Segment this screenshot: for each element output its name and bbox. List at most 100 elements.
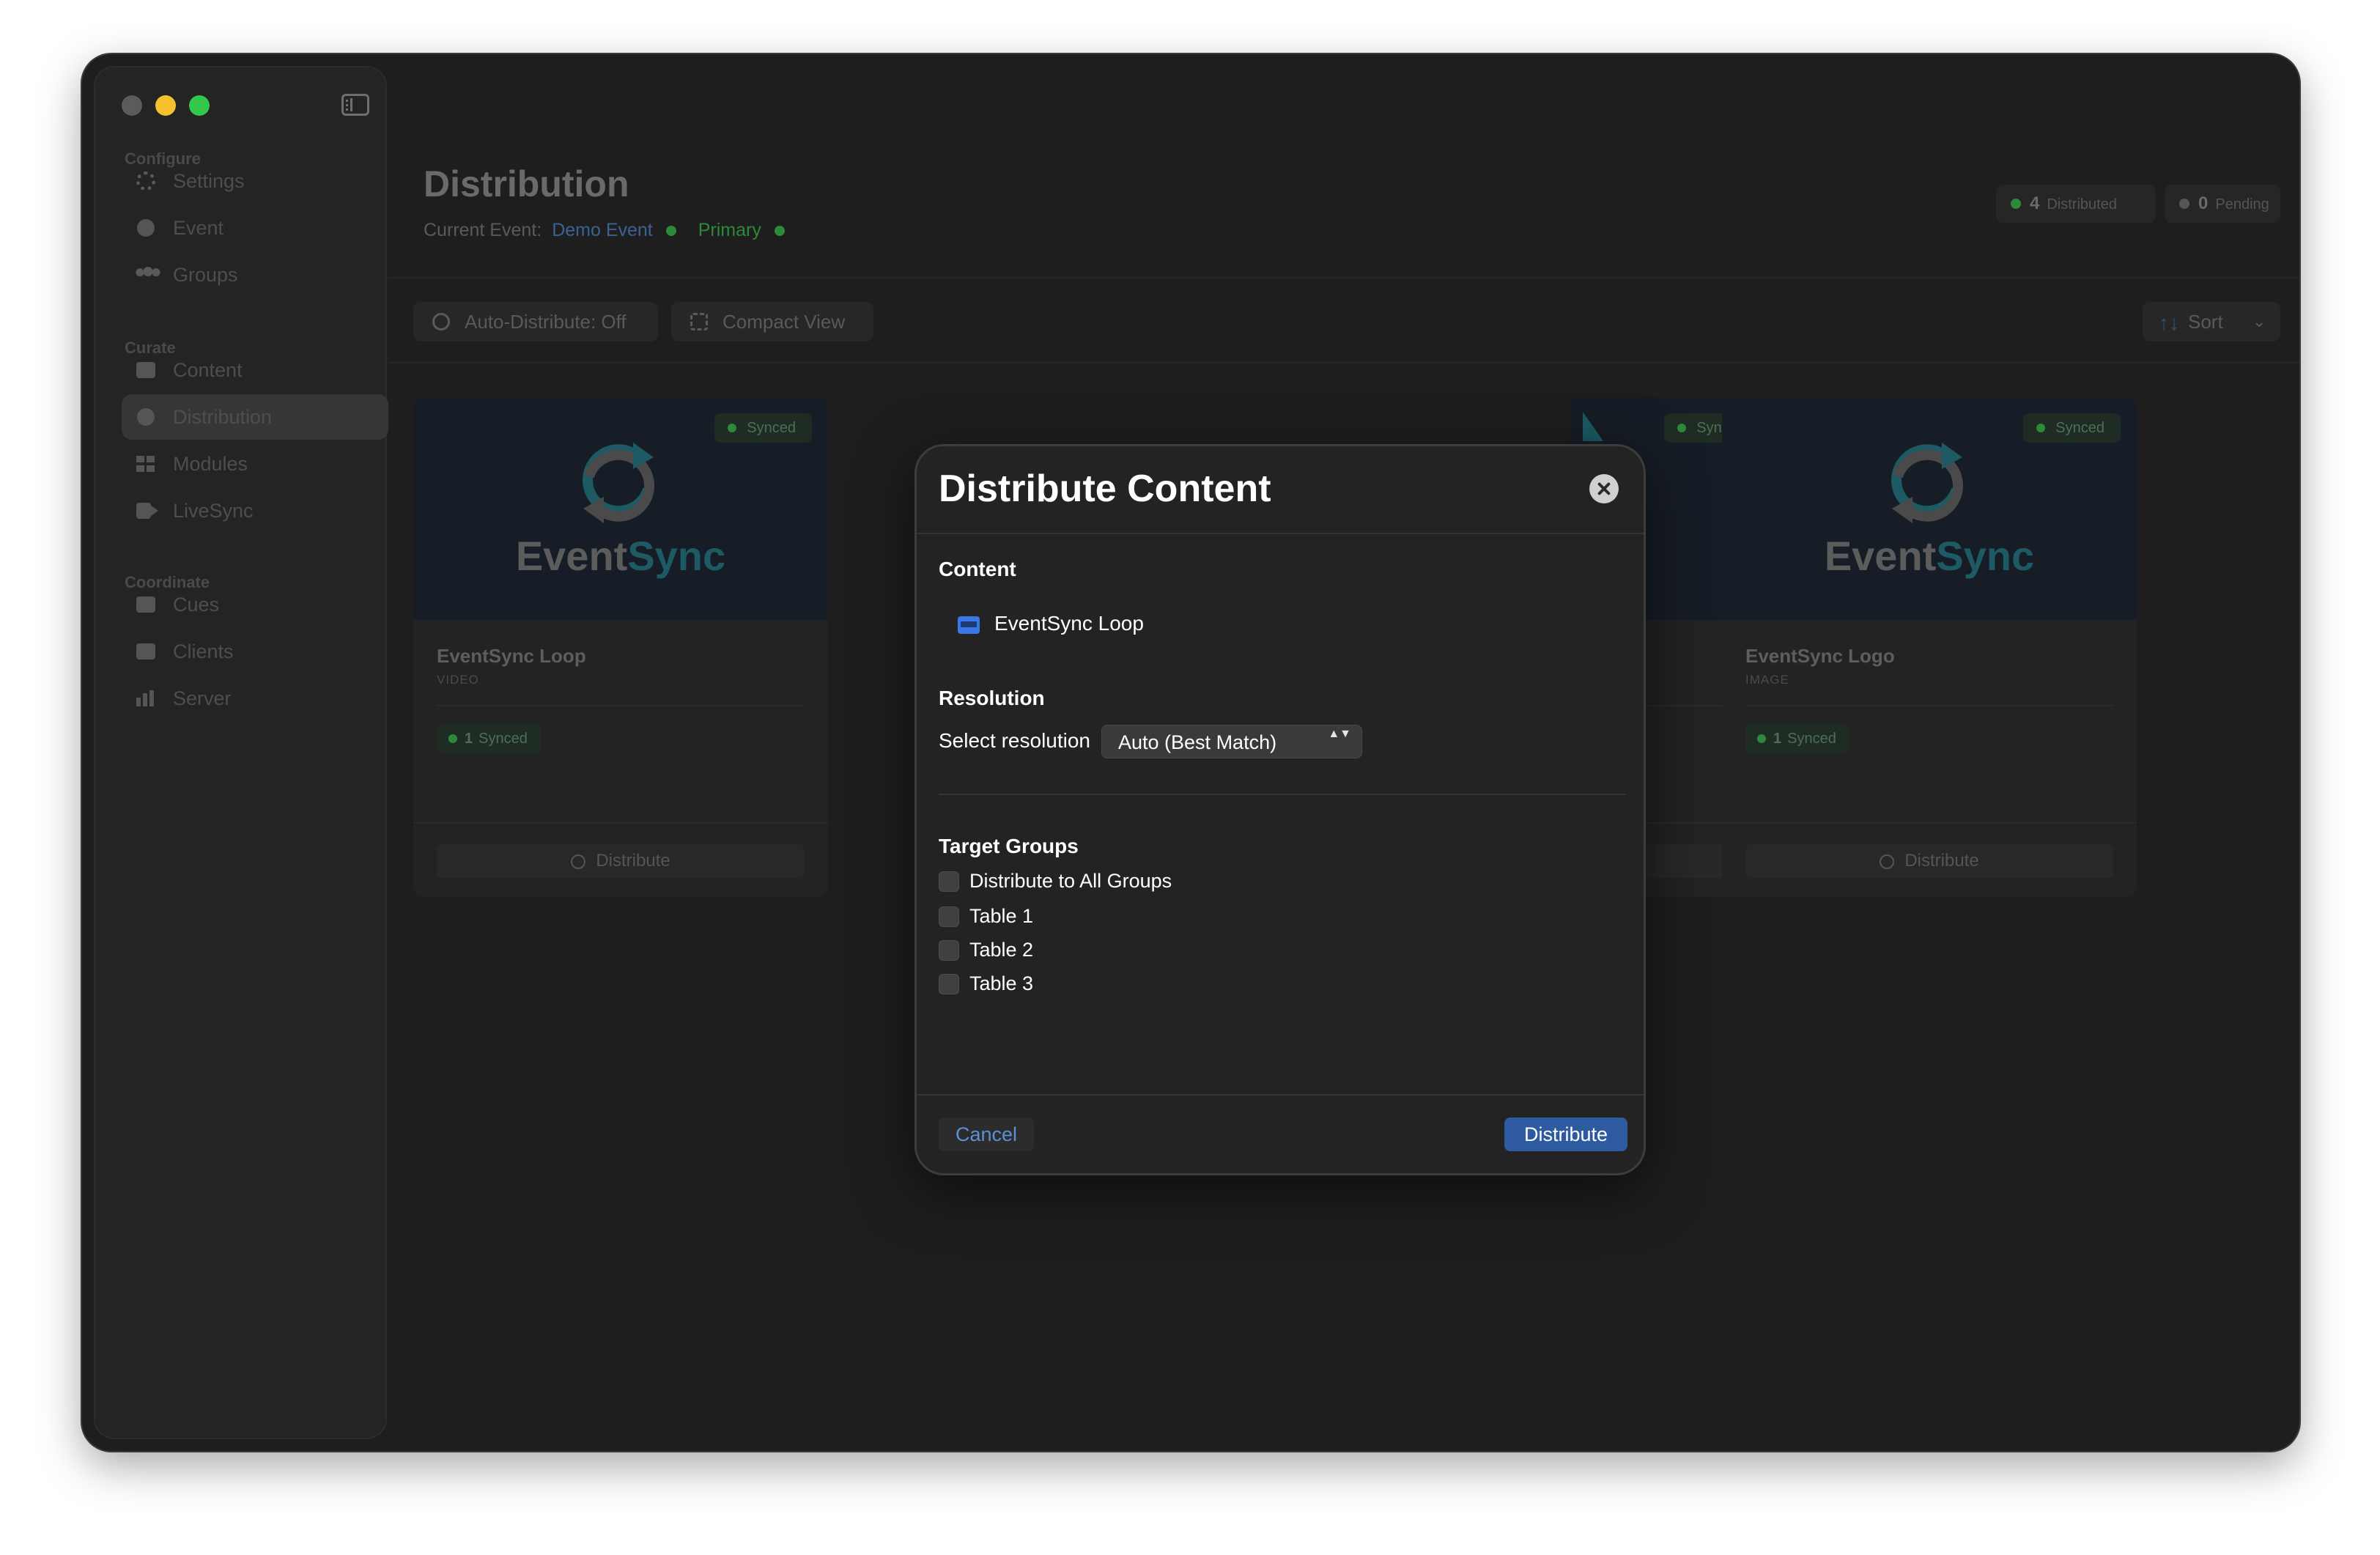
synced-badge: Synced	[714, 413, 812, 443]
sidebar-item-server[interactable]: Server	[122, 676, 388, 721]
distribute-all-groups-checkbox[interactable]	[939, 871, 959, 892]
logo-word-event: Event	[515, 533, 628, 579]
event-status-dot	[665, 226, 676, 237]
distribute-label: Distribute	[596, 851, 670, 871]
compact-view-label: Compact View	[722, 311, 846, 333]
sidebar-item-label: Modules	[173, 453, 248, 475]
pending-count: 0	[2198, 193, 2209, 213]
sidebar-item-content[interactable]: Content	[122, 347, 388, 393]
content-card[interactable]: Synced EventSync EventSync Logo IMAGE 1S…	[1722, 397, 2137, 897]
toggle-off-icon	[432, 313, 450, 330]
synced-count-badge: 1 Synced	[437, 724, 541, 753]
pending-label: Pending	[2215, 196, 2269, 213]
sidebar-item-settings[interactable]: Settings	[122, 158, 388, 204]
sidebar-item-distribution[interactable]: Distribution	[122, 394, 388, 440]
distribute-icon	[571, 854, 586, 869]
dialog-divider	[917, 1094, 1644, 1096]
logo-fragment-icon	[1583, 412, 1603, 441]
dialog-divider	[917, 533, 1644, 534]
role-label: Primary	[698, 220, 761, 240]
sidebar: Configure Settings Event Groups Curate C…	[94, 66, 388, 1439]
logo-word-sync: Sync	[1936, 533, 2035, 579]
cancel-button[interactable]: Cancel	[939, 1118, 1034, 1151]
distribute-button[interactable]: Distribute	[1745, 844, 2113, 878]
distributed-label: Distributed	[2047, 196, 2117, 213]
sidebar-item-modules[interactable]: Modules	[122, 441, 388, 487]
card-divider	[413, 822, 828, 824]
content-section-label: Content	[939, 558, 1016, 580]
sidebar-item-livesync[interactable]: LiveSync	[122, 488, 388, 533]
logo-word-event: Event	[1824, 533, 1937, 579]
pending-stat-badge: 0 Pending	[2165, 185, 2280, 223]
status-dot	[2179, 199, 2189, 209]
distribute-label: Distribute	[1904, 851, 1979, 871]
sidebar-item-clients[interactable]: Clients	[122, 629, 388, 674]
sidebar-item-label: Cues	[173, 594, 220, 616]
card-thumbnail: Synced EventSync	[413, 397, 828, 620]
compact-view-icon	[690, 313, 708, 330]
sidebar-item-label: Content	[173, 359, 243, 381]
checkbox-label: Distribute to All Groups	[969, 870, 1172, 892]
toolbar-divider	[388, 362, 2299, 363]
synced-label: Synced	[478, 731, 528, 747]
window-minimize-button[interactable]	[155, 95, 176, 116]
compact-view-button[interactable]: Compact View	[671, 302, 873, 341]
sidebar-item-cues[interactable]: Cues	[122, 582, 388, 627]
select-resolution-label: Select resolution	[939, 729, 1091, 752]
server-icon	[136, 690, 155, 706]
distribute-submit-button[interactable]: Distribute	[1504, 1118, 1627, 1151]
checkbox-label: Table 1	[969, 905, 1034, 927]
resolution-select[interactable]: Auto (Best Match) ▲▼	[1101, 725, 1362, 758]
clients-icon	[136, 643, 155, 660]
sort-button[interactable]: ↑↓ Sort ⌄	[2143, 302, 2280, 341]
auto-distribute-toggle[interactable]: Auto-Distribute: Off	[413, 302, 658, 341]
logo-wordmark: EventSync	[1722, 532, 2137, 580]
event-icon	[137, 219, 155, 237]
checkbox-label: Table 2	[969, 939, 1034, 961]
sidebar-item-label: Distribution	[173, 406, 273, 428]
table-3-checkbox[interactable]	[939, 974, 959, 994]
logo-wordmark: EventSync	[413, 532, 828, 580]
card-divider	[1745, 705, 2113, 706]
status-dot	[2011, 199, 2021, 209]
distribute-icon	[1880, 854, 1895, 869]
sidebar-item-event[interactable]: Event	[122, 205, 388, 251]
content-icon	[136, 362, 155, 378]
current-event-line: Current Event: Demo Event Primary	[424, 220, 785, 241]
groups-icon	[132, 267, 164, 283]
eventsync-logo-icon	[1891, 443, 1964, 523]
synced-badge: Synced	[2023, 413, 2121, 443]
sidebar-item-groups[interactable]: Groups	[122, 252, 388, 298]
sidebar-item-label: Groups	[173, 264, 238, 286]
sidebar-item-label: Settings	[173, 170, 245, 192]
sidebar-item-label: LiveSync	[173, 500, 254, 522]
window-maximize-button[interactable]	[189, 95, 210, 116]
sort-arrows-icon: ↑↓	[2159, 311, 2179, 334]
window-close-button[interactable]	[122, 95, 142, 116]
table-2-checkbox[interactable]	[939, 940, 959, 961]
video-file-icon	[958, 616, 980, 634]
eventsync-logo-icon	[582, 443, 655, 523]
synced-count: 1	[465, 731, 473, 747]
distribution-icon	[137, 408, 155, 426]
close-icon[interactable]	[1589, 474, 1619, 503]
chevron-down-icon[interactable]: ⌄	[2252, 302, 2266, 341]
auto-distribute-label: Auto-Distribute: Off	[465, 311, 627, 333]
sidebar-item-label: Server	[173, 687, 232, 709]
current-event-label: Current Event:	[424, 220, 542, 240]
sidebar-item-label: Event	[173, 217, 224, 239]
role-status-dot	[774, 226, 785, 237]
sidebar-toggle-icon[interactable]	[341, 94, 369, 116]
distribute-button[interactable]: Distribute	[437, 844, 805, 878]
content-card[interactable]: Synced EventSync EventSync Loop VIDEO 1S…	[413, 397, 828, 897]
event-name-link[interactable]: Demo Event	[552, 220, 653, 240]
logo-word-sync: Sync	[627, 533, 726, 579]
distributed-stat-badge: 4 Distributed	[1996, 185, 2156, 223]
camera-icon	[136, 503, 158, 519]
page-title: Distribution	[424, 163, 629, 204]
app-window: Configure Settings Event Groups Curate C…	[82, 54, 2299, 1451]
table-1-checkbox[interactable]	[939, 906, 959, 927]
distribute-content-dialog: Distribute Content Content EventSync Loo…	[914, 444, 1646, 1175]
synced-count: 1	[1773, 731, 1782, 747]
resolution-select-value: Auto (Best Match)	[1118, 731, 1277, 753]
